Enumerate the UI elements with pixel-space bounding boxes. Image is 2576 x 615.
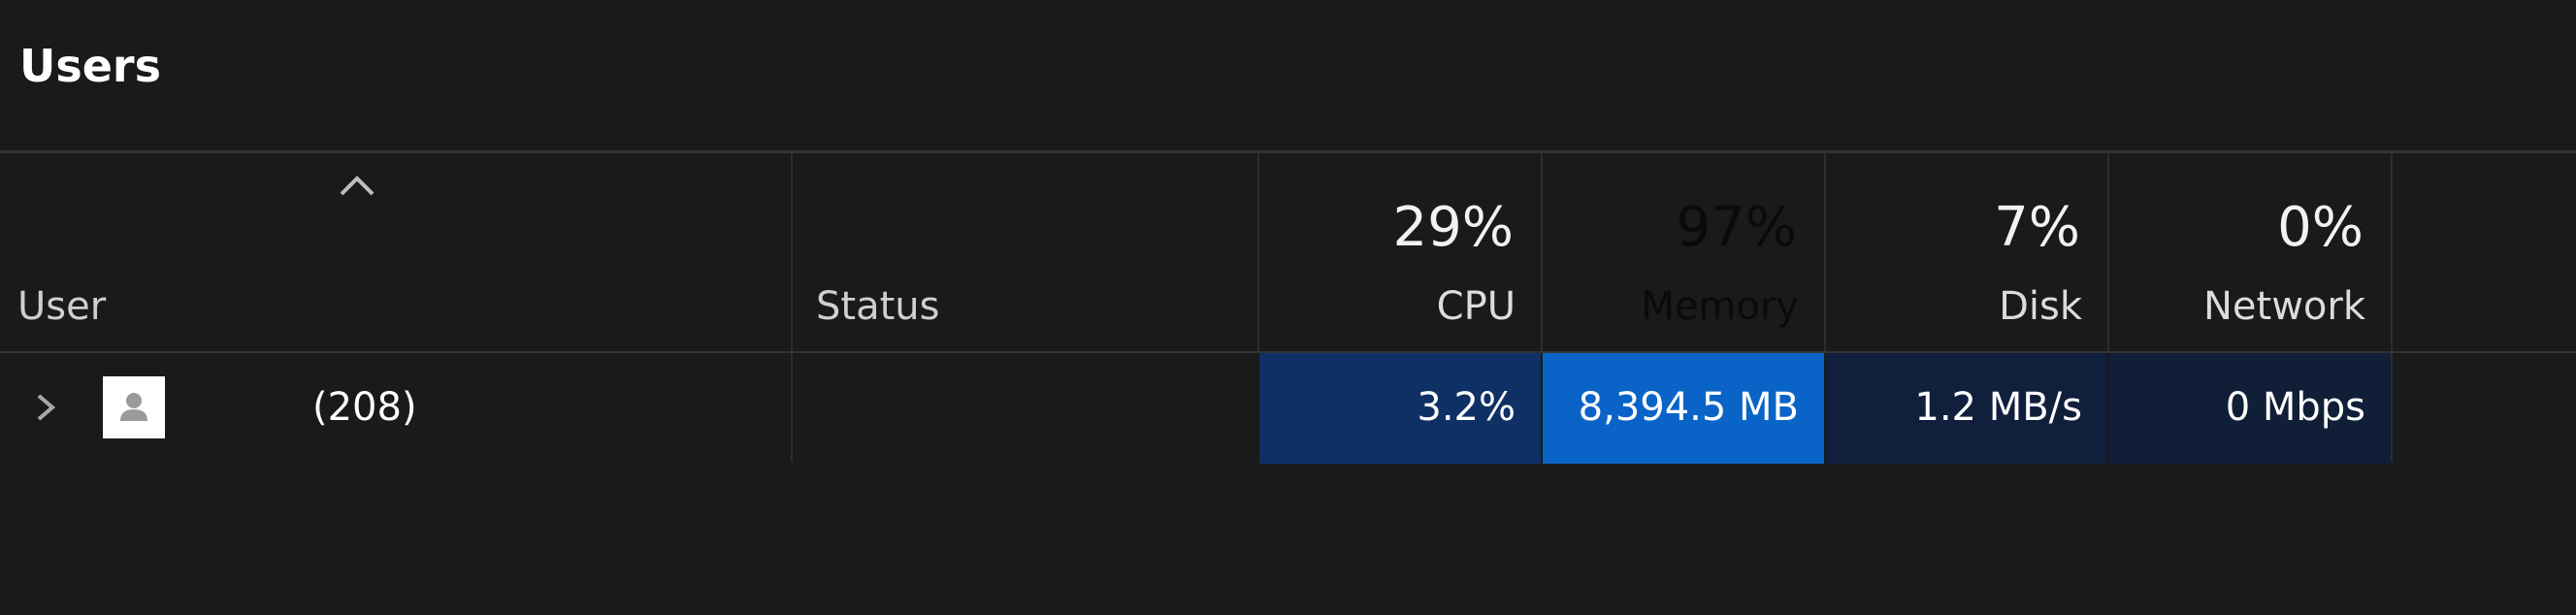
column-label-disk: Disk: [1999, 284, 2082, 329]
network-value: 0 Mbps: [2225, 385, 2365, 430]
column-header-network[interactable]: 0% Network: [2109, 153, 2391, 351]
column-label-network: Network: [2202, 284, 2365, 329]
sort-ascending-icon: [340, 176, 375, 196]
column-header-disk[interactable]: 7% Disk: [1826, 153, 2107, 351]
memory-cell: 8,394.5 MB: [1543, 353, 1824, 464]
cpu-cell: 3.2%: [1259, 353, 1541, 464]
cpu-total-percent: 29%: [1392, 196, 1514, 259]
memory-value: 8,394.5 MB: [1578, 385, 1799, 430]
user-avatar-icon: [103, 376, 165, 438]
network-total-percent: 0%: [2277, 196, 2364, 259]
column-label-status: Status: [816, 284, 940, 329]
column-header-cpu[interactable]: 29% CPU: [1259, 153, 1541, 351]
user-name: (208): [312, 385, 417, 430]
column-label-cpu: CPU: [1436, 284, 1516, 329]
page-title: Users: [19, 40, 161, 92]
disk-cell: 1.2 MB/s: [1826, 353, 2107, 464]
disk-value: 1.2 MB/s: [1914, 385, 2082, 430]
column-label-memory: Memory: [1641, 284, 1799, 329]
chevron-right-icon[interactable]: [31, 390, 60, 425]
column-header-memory[interactable]: 97% Memory: [1543, 153, 1824, 351]
disk-total-percent: 7%: [1994, 196, 2080, 259]
memory-total-percent: 97%: [1676, 196, 1797, 259]
column-label-user: User: [17, 284, 107, 329]
network-cell: 0 Mbps: [2109, 353, 2391, 464]
column-divider[interactable]: [791, 153, 793, 462]
cpu-value: 3.2%: [1417, 385, 1516, 430]
column-divider[interactable]: [2391, 153, 2393, 462]
